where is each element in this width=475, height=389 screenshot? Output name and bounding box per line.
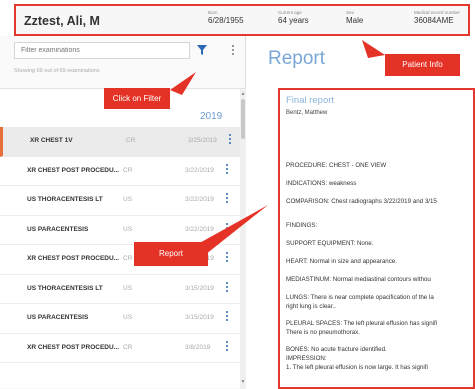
click-on-filter-callout: Click on Filter (104, 88, 170, 109)
exam-name: US PARACENTESIS (27, 314, 89, 321)
report-line: MEDIASTINUM: Normal mediastinal contours… (286, 276, 431, 283)
exam-row[interactable]: XR CHEST POST PROCEDU... CR 3/8/2019 (0, 333, 240, 363)
report-title: Report (268, 48, 326, 69)
examinations-list: 2019 XR CHEST 1V CR 3/25/2019 XR CHEST P… (0, 88, 246, 389)
exam-date: 3/15/2019 (185, 314, 214, 321)
exam-name: XR CHEST 1V (30, 137, 73, 144)
mrn-label: Medical record number (414, 10, 461, 15)
exam-name: US PARACENTESIS (27, 225, 89, 233)
exam-row[interactable]: XR CHEST POST PROCEDU... CR 3/22/2019 (0, 156, 240, 186)
sex-label: Sex (346, 10, 354, 15)
sex-value: Male (346, 16, 364, 25)
age-field: Current age 64 years (278, 10, 309, 25)
exam-date: 3/22/2019 (185, 196, 214, 203)
exam-row[interactable]: US PARACENTESIS US 3/15/2019 (0, 304, 240, 334)
exam-modality: US (123, 196, 133, 203)
exam-row[interactable]: XR CHEST 1V CR 3/25/2019 (0, 127, 240, 157)
exam-modality: US (123, 284, 133, 292)
row-menu-icon[interactable] (226, 311, 230, 323)
exam-date: 3/22/2019 (185, 225, 214, 233)
exam-name: XR CHEST POST PROCEDU... (27, 343, 120, 351)
mrn-field: Medical record number 36084AME (414, 10, 460, 25)
row-menu-icon[interactable] (226, 163, 230, 176)
exam-row[interactable]: US PARACENTESIS US 3/22/2019 (0, 215, 240, 245)
exam-name: XR CHEST POST PROCEDU... (27, 166, 120, 174)
report-line: INDICATIONS: weakness (286, 180, 357, 187)
report-line: 1. The left pleural effusion is now larg… (286, 364, 428, 371)
born-field: Born 6/28/1955 (208, 10, 244, 25)
report-line: FINDINGS: (286, 222, 318, 229)
report-line: IMPRESSION: (286, 355, 327, 362)
showing-count: Showing 69 out of 69 examinations (14, 68, 100, 74)
born-label: Born (208, 10, 218, 15)
patient-header: Zztest, Ali, M Born 6/28/1955 Current ag… (14, 4, 470, 36)
exam-date: 3/15/2019 (185, 284, 214, 292)
mrn-value: 36084AME (414, 16, 454, 25)
age-label: Current age (278, 10, 302, 15)
exam-name: XR CHEST POST PROCEDU... (27, 255, 120, 262)
filter-examinations-input[interactable] (14, 42, 190, 59)
exam-row[interactable]: US THORACENTESIS LT US 3/22/2019 (0, 186, 240, 216)
sex-field: Sex Male (346, 10, 363, 25)
row-menu-icon[interactable] (226, 252, 230, 264)
report-callout: Report (134, 242, 208, 266)
report-panel: Final report Bentz, Matthew PROCEDURE: C… (278, 88, 475, 389)
exam-modality: CR (123, 343, 133, 351)
report-line: PLEURAL SPACES: The left pleural effusio… (286, 320, 438, 327)
report-line: right lung is clear.. (286, 303, 336, 310)
patient-name: Zztest, Ali, M (24, 14, 100, 28)
patient-info-pointer (362, 40, 385, 58)
row-menu-icon[interactable] (226, 222, 230, 235)
year-header: 2019 (200, 111, 223, 122)
row-menu-icon[interactable] (226, 281, 230, 294)
report-line: There is no pneumothorax. (286, 329, 360, 336)
exam-row[interactable]: US THORACENTESIS LT US 3/15/2019 (0, 274, 240, 304)
report-author: Bentz, Matthew (286, 110, 328, 116)
filter-icon[interactable] (196, 44, 208, 56)
report-line: LUNGS: There is near complete opacificat… (286, 294, 434, 301)
scroll-up-icon[interactable]: ▲ (240, 91, 246, 97)
scroll-thumb[interactable] (241, 99, 245, 139)
report-line: COMPARISON: Chest radiographs 3/22/2019 … (286, 198, 437, 205)
age-value: 64 years (278, 16, 309, 25)
report-line: SUPPORT EQUIPMENT: None. (286, 240, 374, 247)
exam-name: US THORACENTESIS LT (27, 284, 103, 292)
final-report-heading: Final report (286, 95, 335, 106)
row-menu-icon[interactable] (229, 134, 233, 146)
more-options-icon[interactable] (232, 45, 236, 57)
exam-modality: US (123, 314, 133, 321)
exam-modality: CR (126, 137, 136, 144)
exam-date: 3/8/2019 (185, 343, 211, 351)
report-line: BONES: No acute fracture identified. (286, 346, 387, 353)
report-line: HEART: Normal in size and appearance. (286, 258, 397, 265)
report-line: PROCEDURE: CHEST - ONE VIEW (286, 162, 387, 169)
born-value: 6/28/1955 (208, 16, 244, 25)
exam-modality: CR (123, 166, 133, 174)
row-menu-icon[interactable] (226, 193, 230, 205)
exam-name: US THORACENTESIS LT (27, 196, 103, 203)
exam-modality: CR (123, 255, 133, 262)
exam-date: 3/22/2019 (185, 166, 214, 174)
exam-date: 3/25/2019 (188, 137, 217, 144)
scroll-down-icon[interactable]: ▼ (240, 379, 246, 385)
exam-modality: US (123, 225, 133, 233)
row-menu-icon[interactable] (226, 340, 230, 353)
patient-info-callout: Patient Info (385, 54, 460, 76)
